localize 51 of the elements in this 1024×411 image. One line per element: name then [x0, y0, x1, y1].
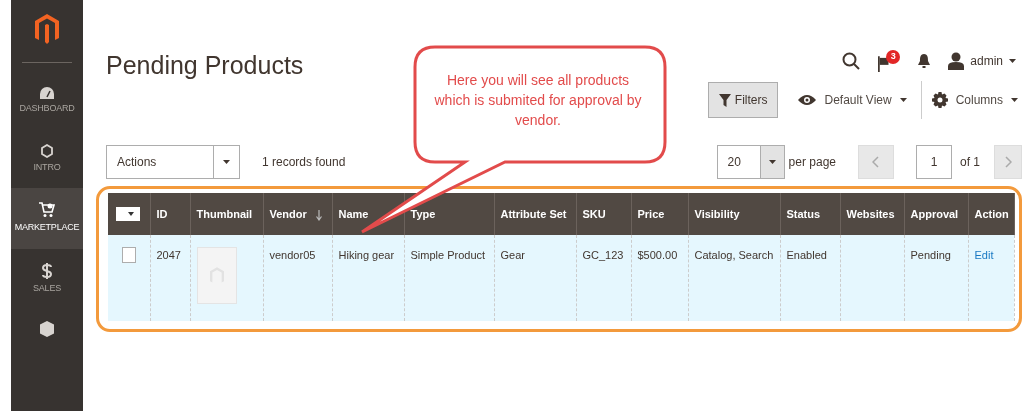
- sidebar-item[interactable]: INTRO: [11, 129, 83, 188]
- table-cell: vendor05: [269, 249, 316, 261]
- sort-arrow-icon: [315, 209, 322, 221]
- actions-dropdown[interactable]: Actions: [106, 145, 240, 179]
- cart-icon: [39, 202, 55, 218]
- sidebar-item[interactable]: MARKETPLACE: [11, 188, 83, 249]
- caret-icon: [768, 160, 776, 164]
- dollar-icon: [42, 262, 52, 279]
- gear-icon: [931, 92, 948, 108]
- caret-icon: [223, 160, 230, 164]
- caret-icon: [1011, 98, 1018, 102]
- table-cell: Simple Product: [410, 249, 486, 261]
- table-cell: 2047: [156, 249, 181, 261]
- table-cell: Catalog, Search: [694, 249, 774, 261]
- page-title: Pending Products: [106, 50, 304, 82]
- page-number-field[interactable]: 1: [916, 145, 952, 179]
- bell-icon[interactable]: [918, 53, 931, 69]
- table-cell: Enabled: [786, 249, 827, 261]
- table-cell: $500.00: [637, 249, 678, 261]
- page-total: of 1: [960, 154, 980, 171]
- view-dropdown[interactable]: Default View: [798, 91, 907, 109]
- edit-link[interactable]: Edit: [974, 249, 994, 261]
- caret-icon: [1009, 59, 1016, 63]
- caret-icon: [128, 212, 134, 216]
- funnel-icon: [718, 93, 731, 107]
- eye-icon: [798, 94, 817, 106]
- search-icon[interactable]: [842, 52, 861, 70]
- table-cell: Gear: [500, 249, 525, 261]
- table-cell: Pending: [910, 249, 951, 261]
- records-count: 1 records found: [262, 154, 346, 171]
- notification-count: 3: [886, 50, 901, 64]
- hexagon-icon: [41, 143, 53, 158]
- columns-dropdown[interactable]: Columns: [931, 91, 1018, 109]
- user-icon: [948, 52, 965, 70]
- filters-button[interactable]: Filters: [707, 82, 779, 118]
- user-menu[interactable]: admin: [948, 52, 1016, 70]
- chevron-left-icon: [872, 156, 880, 168]
- notifications-button[interactable]: 3: [878, 50, 901, 72]
- per-page-label: per page: [788, 154, 836, 171]
- table-cell: GC_123: [582, 249, 624, 261]
- logo-icon: [35, 14, 59, 44]
- row-checkbox[interactable]: [122, 247, 136, 263]
- table-cell: Hiking gear: [338, 249, 395, 261]
- chevron-right-icon: [1004, 156, 1012, 168]
- box-icon: [40, 321, 54, 337]
- sidebar-item[interactable]: SALES: [11, 248, 83, 309]
- per-page-dropdown[interactable]: 20: [716, 145, 785, 179]
- caret-icon: [899, 98, 907, 102]
- callout-text: Here you will see all products which is submited for approval by vendor.: [433, 71, 643, 130]
- speedometer-icon: [40, 87, 54, 99]
- sidebar-item[interactable]: DASHBOARD: [11, 73, 83, 130]
